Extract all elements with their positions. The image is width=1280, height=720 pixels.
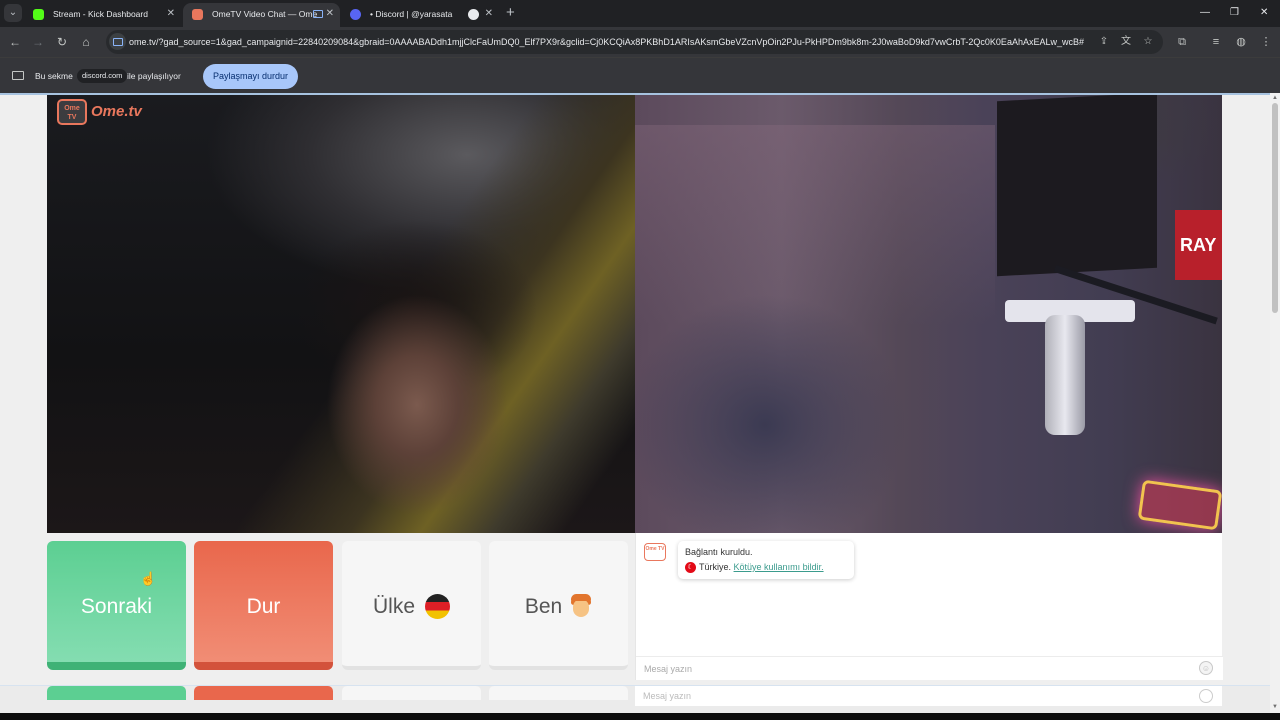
tab-sharing-bar: Bu sekme discord.com ile paylaşılıyor Pa… (0, 57, 1280, 93)
translate-icon[interactable]: 文 (1119, 35, 1133, 49)
stop-button[interactable]: Dur (194, 541, 333, 670)
address-bar[interactable]: ome.tv/?gad_source=1&gad_campaignid=2284… (106, 30, 1163, 54)
tab-kick-dashboard[interactable]: Stream - Kick Dashboard ✕ (24, 3, 181, 27)
curtain-area (635, 125, 995, 325)
turkey-flag-icon: ☾ (685, 562, 696, 574)
chat-panel: Ome TV Bağlantı kuruldu. ☾ Türkiye. Kötüy… (635, 533, 1223, 680)
stop-sharing-button[interactable]: Paylaşmayı durdur (203, 64, 298, 89)
emoji-icon[interactable]: ☺ (1199, 661, 1213, 675)
tab-search-button[interactable]: ⌄ (4, 4, 22, 22)
url-text[interactable]: ome.tv/?gad_source=1&gad_campaignid=2284… (129, 30, 1089, 54)
share-text-suffix: ile paylaşılıyor (127, 71, 181, 81)
next-button[interactable]: Sonraki (47, 541, 186, 670)
tab-recording[interactable]: ✕ (459, 3, 499, 27)
reload-icon[interactable]: ↻ (54, 34, 70, 50)
tab-ometv[interactable]: OmeTV Video Chat — Ome ✕ (183, 3, 340, 27)
scroll-up-icon[interactable]: ▲ (1271, 94, 1279, 102)
stranger-video: Ome TV Ome.tv (47, 95, 635, 533)
page-scrollbar[interactable]: ▲ ▼ (1270, 93, 1280, 713)
more-menu-icon[interactable]: ⋮ (1259, 35, 1273, 49)
boy-face-icon (570, 594, 592, 618)
scroll-thumb[interactable] (1272, 103, 1278, 313)
ometv-page: Ome TV Ome.tv RAY Sonraki Dur Ülke Ben ☝… (0, 93, 1270, 713)
discord-favicon-icon (350, 9, 361, 20)
kick-favicon-icon (33, 9, 44, 20)
message-input[interactable]: Mesaj yazın (636, 656, 1223, 680)
share-domain-chip: discord.com (77, 69, 128, 83)
message-input-echo-text: Mesaj yazın (643, 691, 692, 701)
report-abuse-link[interactable]: Kötüye kullanımı bildir. (734, 562, 824, 572)
minimize-icon[interactable]: — (1200, 3, 1210, 23)
record-favicon-icon (468, 9, 479, 20)
self-video: RAY (635, 95, 1222, 533)
install-app-icon[interactable]: ⇪ (1097, 35, 1111, 49)
wall-poster (997, 95, 1157, 277)
screen-share-icon (12, 71, 24, 80)
country-button-echo (342, 686, 481, 700)
ometv-logo-text: Ome.tv (91, 103, 142, 120)
ometv-favicon-icon (192, 9, 203, 20)
tab-title: • Discord | @yarasata (370, 9, 453, 19)
gender-button-echo (489, 686, 628, 700)
tab-title: OmeTV Video Chat — Ome (212, 9, 318, 19)
message-input-echo: Mesaj yazın (635, 686, 1222, 706)
next-button-echo (47, 686, 186, 700)
gender-button[interactable]: Ben (489, 541, 628, 670)
home-icon[interactable]: ⌂ (78, 34, 94, 50)
close-tab-icon[interactable]: ✕ (326, 3, 334, 25)
bottom-edge (0, 713, 1280, 720)
germany-flag-icon (425, 593, 450, 619)
back-icon[interactable]: ← (7, 34, 23, 50)
site-info-icon[interactable] (109, 33, 126, 50)
stranger-country: Türkiye. (699, 562, 732, 572)
microphone (1045, 315, 1085, 435)
tab-title: Stream - Kick Dashboard (53, 9, 148, 19)
ometv-tv-icon: Ome TV (57, 99, 87, 125)
country-button[interactable]: Ülke (342, 541, 481, 670)
country-button-label: Ülke (372, 594, 415, 618)
connected-message: Bağlantı kuruldu. (685, 547, 753, 557)
share-text-prefix: Bu sekme (35, 71, 73, 81)
neon-light (1137, 479, 1222, 531)
bookmark-star-icon[interactable]: ☆ (1141, 35, 1155, 49)
wall-sign: RAY (1175, 210, 1222, 280)
close-window-icon[interactable]: ✕ (1260, 3, 1268, 23)
close-tab-icon[interactable]: ✕ (167, 3, 175, 25)
media-controls-icon[interactable]: ≡ (1209, 35, 1223, 49)
stop-button-echo (194, 686, 333, 700)
stop-button-label: Dur (246, 594, 281, 618)
screen-share-indicator-icon (313, 10, 323, 18)
forward-icon[interactable]: → (30, 34, 46, 50)
restore-icon[interactable]: ❐ (1230, 3, 1239, 23)
scroll-down-icon[interactable]: ▼ (1271, 703, 1279, 711)
system-message: Bağlantı kuruldu. ☾ Türkiye. Kötüye kulla… (678, 541, 854, 579)
gender-button-label: Ben (524, 594, 563, 618)
emoji-echo-icon (1199, 689, 1213, 703)
tab-strip: ⌄ Stream - Kick Dashboard ✕ OmeTV Video … (0, 0, 1280, 27)
profile-avatar-icon[interactable]: ◍ (1234, 35, 1248, 49)
new-tab-button[interactable]: + (506, 3, 515, 23)
extensions-icon[interactable]: ⧉ (1175, 35, 1189, 49)
next-button-label: Sonraki (80, 594, 153, 618)
browser-toolbar: ← → ↻ ⌂ ome.tv/?gad_source=1&gad_campaig… (0, 27, 1280, 57)
close-tab-icon[interactable]: ✕ (485, 3, 493, 25)
hand-cursor-icon: ☝ (140, 571, 157, 586)
ometv-chat-avatar-icon: Ome TV (644, 543, 666, 561)
